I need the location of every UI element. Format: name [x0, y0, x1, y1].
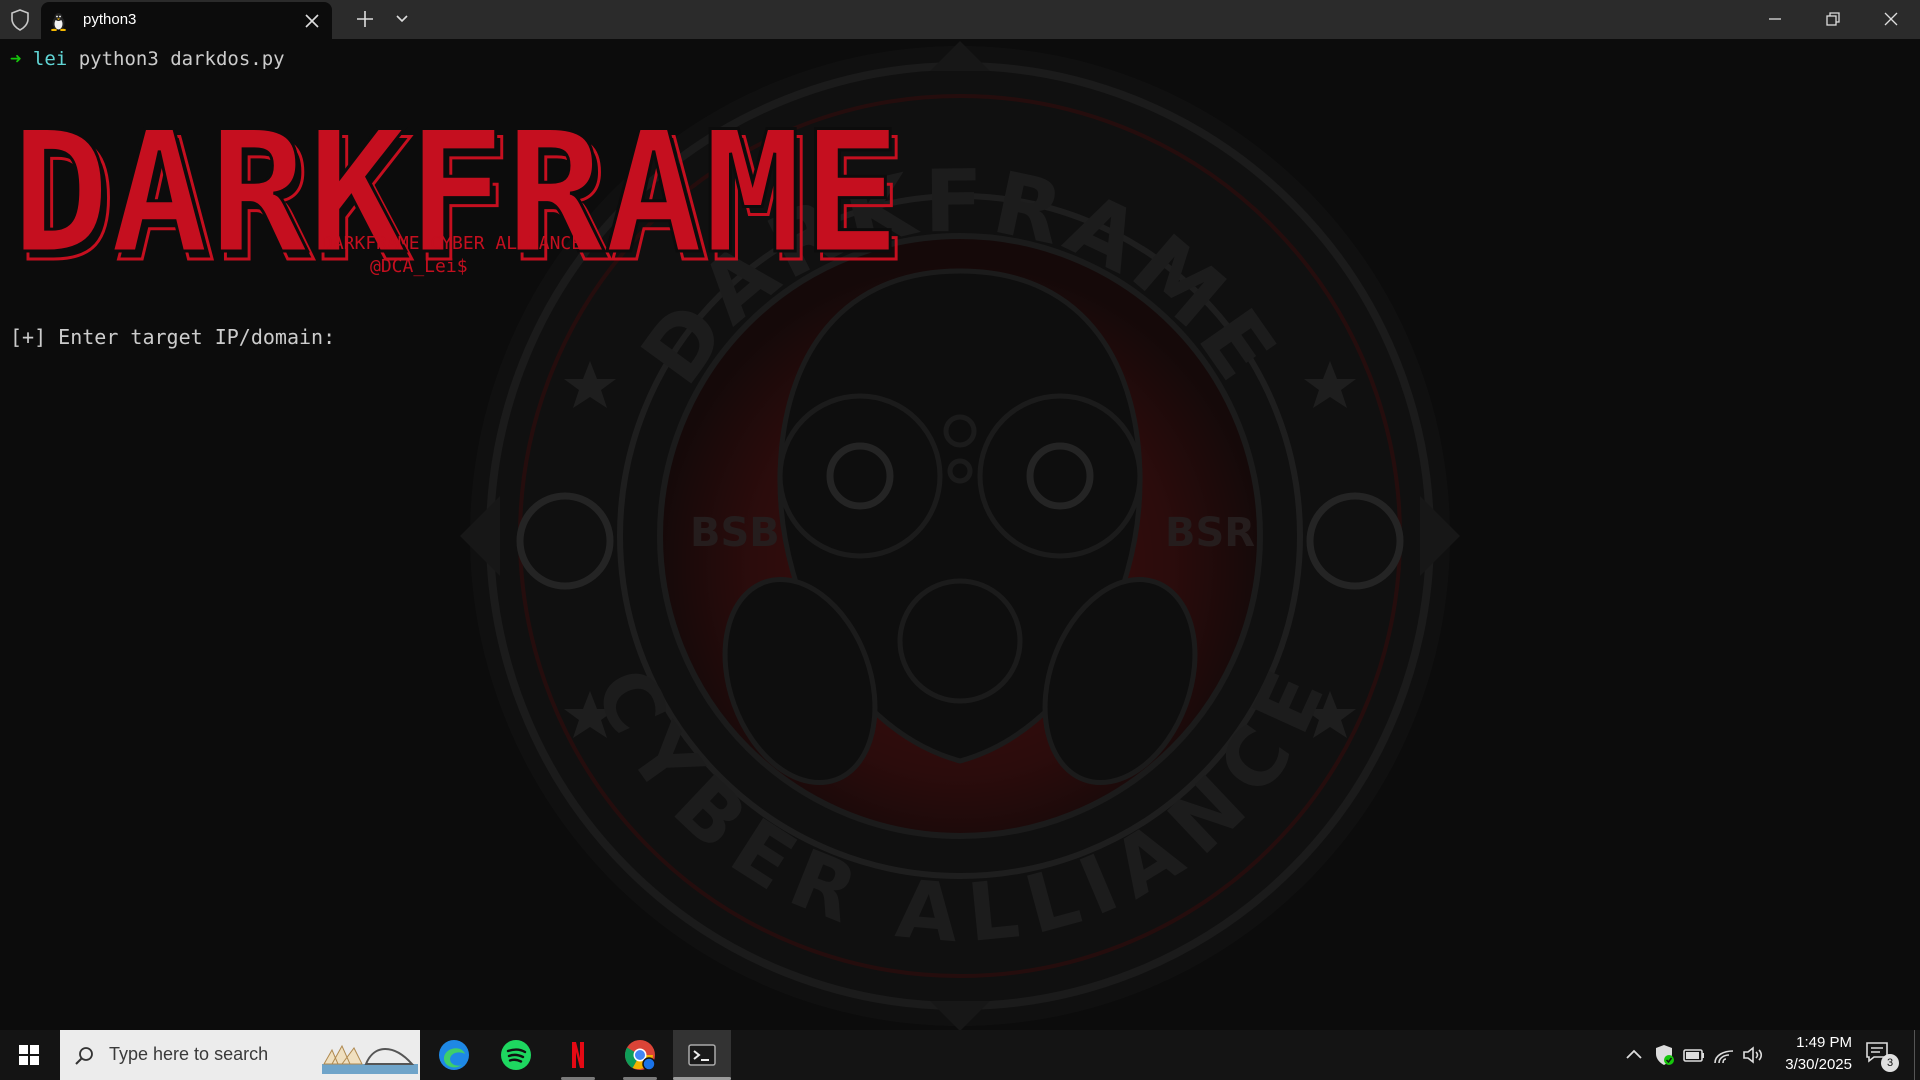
taskbar-chrome[interactable]: [611, 1030, 669, 1080]
svg-text:BSR: BSR: [1165, 510, 1255, 556]
tab-dropdown-chevron-icon[interactable]: [394, 12, 410, 26]
taskbar-spotify[interactable]: [487, 1030, 545, 1080]
banner-line-handle: @DCA_Lei$: [370, 256, 468, 277]
notification-center-button[interactable]: 3: [1864, 1040, 1900, 1072]
terminal-pane[interactable]: DARKFRAME CYBER ALLIANCE BSB BSR ➜ lei p…: [0, 39, 1920, 1030]
target-input-prompt[interactable]: [+] Enter target IP/domain:: [10, 325, 347, 349]
restore-button[interactable]: [1804, 0, 1862, 39]
minimize-button[interactable]: [1746, 0, 1804, 39]
wifi-icon[interactable]: [1712, 1043, 1736, 1067]
restore-icon: [1826, 12, 1840, 26]
start-button[interactable]: [0, 1030, 58, 1080]
close-icon: [1884, 12, 1898, 26]
close-window-button[interactable]: [1862, 0, 1920, 39]
search-icon: [75, 1047, 93, 1065]
command-text: python3 darkdos.py: [78, 48, 285, 70]
sydney-opera-house-search-art-icon: [322, 1044, 418, 1074]
chevron-up-icon[interactable]: [1622, 1043, 1646, 1067]
prompt-arrow: ➜: [10, 48, 22, 70]
chrome-icon: [624, 1040, 656, 1071]
banner-line-alliance: DARKFRAME CYBER ALLIANCE: [322, 233, 583, 254]
terminal-icon: [688, 1044, 716, 1066]
linux-tux-icon: [51, 13, 66, 31]
tab-python3[interactable]: python3: [41, 2, 332, 39]
clock-time: 1:49 PM: [1796, 1034, 1852, 1051]
security-shield-icon[interactable]: [1652, 1043, 1676, 1067]
shield-icon: [11, 9, 29, 31]
spotify-icon: [501, 1040, 531, 1070]
prompt-user: lei: [32, 48, 68, 70]
tab-close-icon[interactable]: [303, 12, 321, 30]
taskbar-terminal[interactable]: [673, 1030, 731, 1080]
system-clock[interactable]: 1:49 PM 3/30/2025: [1770, 1032, 1852, 1076]
shell-prompt-line: ➜ lei python3 darkdos.py: [10, 48, 285, 70]
notification-count-badge: 3: [1881, 1054, 1899, 1072]
title-bar: python3: [0, 0, 1920, 39]
taskbar: Type here to search 1:49 PM 3/30/2025 3: [0, 1030, 1920, 1080]
new-tab-plus-icon[interactable]: [355, 9, 375, 29]
edge-browser-icon: [439, 1040, 469, 1070]
svg-text:BSB: BSB: [690, 510, 780, 556]
clock-date: 3/30/2025: [1785, 1056, 1852, 1073]
search-placeholder: Type here to search: [109, 1044, 269, 1064]
taskbar-edge[interactable]: [425, 1030, 483, 1080]
taskbar-search-box[interactable]: Type here to search: [60, 1030, 420, 1080]
minimize-icon: [1769, 18, 1781, 20]
taskbar-netflix[interactable]: [549, 1030, 607, 1080]
tab-title: python3: [83, 11, 137, 28]
netflix-icon: [572, 1042, 584, 1068]
show-desktop-button[interactable]: [1914, 1030, 1920, 1080]
battery-icon[interactable]: [1682, 1043, 1706, 1067]
windows-logo-icon: [19, 1045, 39, 1065]
volume-icon[interactable]: [1741, 1043, 1765, 1067]
